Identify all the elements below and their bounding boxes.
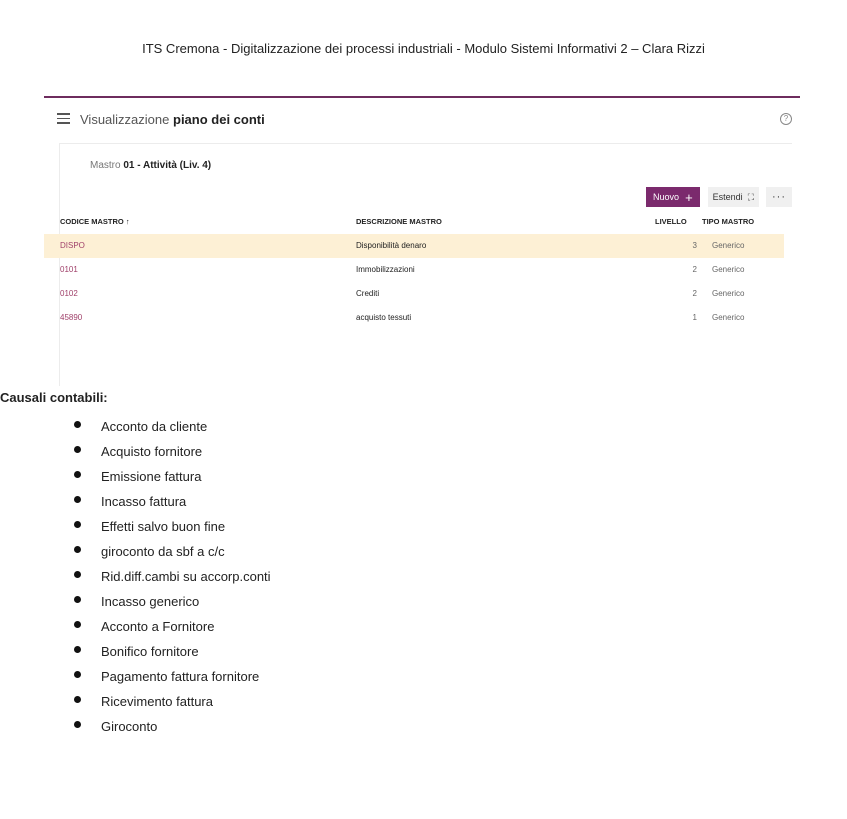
new-button-label: Nuovo — [653, 192, 680, 202]
bullet-icon — [74, 596, 81, 603]
cell-description: Disponibilità denaro — [356, 241, 427, 250]
cell-type: Generico — [712, 313, 745, 322]
cell-description: Crediti — [356, 289, 380, 298]
list-item: Acconto da cliente — [74, 414, 271, 439]
bullet-icon — [74, 446, 81, 453]
cell-level: 2 — [692, 265, 697, 274]
bullet-icon — [74, 521, 81, 528]
column-header-type[interactable]: TIPO MASTRO — [702, 210, 754, 234]
list-item: Bonifico fornitore — [74, 639, 271, 664]
extend-button[interactable]: Estendi ⛶ — [707, 187, 759, 207]
grid-toolbar: Nuovo + Estendi ⛶ ··· — [646, 187, 792, 207]
bullet-icon — [74, 621, 81, 628]
bullet-icon — [74, 646, 81, 653]
list-item: Giroconto — [74, 714, 271, 739]
causali-list: Acconto da cliente Acquisto fornitore Em… — [74, 414, 271, 739]
expand-icon: ⛶ — [747, 191, 754, 202]
cell-code[interactable]: 45890 — [60, 306, 82, 330]
table-row[interactable]: DISPO Disponibilità denaro 3 Generico — [44, 234, 784, 258]
document-header: ITS Cremona - Digitalizzazione dei proce… — [142, 41, 705, 56]
cell-type: Generico — [712, 289, 745, 298]
cell-code[interactable]: 0102 — [60, 282, 78, 306]
table-row[interactable]: 45890 acquisto tessuti 1 Generico — [44, 306, 784, 330]
bullet-icon — [74, 496, 81, 503]
cell-level: 1 — [692, 313, 697, 322]
column-header-description[interactable]: DESCRIZIONE MASTRO — [356, 210, 442, 234]
bullet-icon — [74, 546, 81, 553]
page-title: Visualizzazione piano dei conti — [80, 112, 265, 127]
cell-description: Immobilizzazioni — [356, 265, 415, 274]
bullet-icon — [74, 696, 81, 703]
mastro-label: Mastro — [90, 160, 121, 171]
column-header-level[interactable]: LIVELLO — [655, 210, 687, 234]
table-row[interactable]: 0101 Immobilizzazioni 2 Generico — [44, 258, 784, 282]
bullet-icon — [74, 571, 81, 578]
accounts-table: CODICE MASTRO ↑ DESCRIZIONE MASTRO LIVEL… — [44, 210, 784, 330]
table-header: CODICE MASTRO ↑ DESCRIZIONE MASTRO LIVEL… — [44, 210, 784, 234]
more-options-button[interactable]: ··· — [766, 187, 792, 207]
extend-button-label: Estendi — [712, 192, 743, 202]
bullet-icon — [74, 421, 81, 428]
cell-type: Generico — [712, 265, 745, 274]
list-item: Ricevimento fattura — [74, 689, 271, 714]
cell-code[interactable]: 0101 — [60, 258, 78, 282]
list-item: Incasso fattura — [74, 489, 271, 514]
list-item: Incasso generico — [74, 589, 271, 614]
list-item: giroconto da sbf a c/c — [74, 539, 271, 564]
list-item: Acconto a Fornitore — [74, 614, 271, 639]
column-header-code[interactable]: CODICE MASTRO ↑ — [60, 210, 130, 234]
list-item: Emissione fattura — [74, 464, 271, 489]
app-topbar: Visualizzazione piano dei conti ? — [57, 112, 792, 132]
mastro-value: 01 - Attività (Liv. 4) — [123, 160, 212, 171]
sort-ascending-icon[interactable]: ↑ — [126, 217, 130, 226]
mastro-filter: Mastro 01 - Attività (Liv. 4) — [90, 160, 211, 171]
cell-description: acquisto tessuti — [356, 313, 412, 322]
cell-level: 3 — [692, 241, 697, 250]
page-title-bold: piano dei conti — [173, 112, 265, 127]
content-panel: Mastro 01 - Attività (Liv. 4) Nuovo + Es… — [44, 143, 792, 386]
app-window: Visualizzazione piano dei conti ? Mastro… — [44, 96, 800, 386]
help-circle-icon[interactable]: ? — [780, 113, 792, 125]
bullet-icon — [74, 671, 81, 678]
bullet-icon — [74, 471, 81, 478]
bullet-icon — [74, 721, 81, 728]
new-button[interactable]: Nuovo + — [646, 187, 700, 207]
list-item: Pagamento fattura fornitore — [74, 664, 271, 689]
list-item: Effetti salvo buon fine — [74, 514, 271, 539]
list-item: Acquisto fornitore — [74, 439, 271, 464]
ellipsis-icon: ··· — [772, 191, 786, 203]
section-title: Causali contabili: — [0, 390, 108, 405]
cell-code[interactable]: DISPO — [60, 234, 85, 258]
page-title-prefix: Visualizzazione — [80, 112, 170, 127]
plus-icon: + — [685, 189, 693, 205]
list-item: Rid.diff.cambi su accorp.conti — [74, 564, 271, 589]
table-row[interactable]: 0102 Crediti 2 Generico — [44, 282, 784, 306]
cell-level: 2 — [692, 289, 697, 298]
hamburger-menu-icon[interactable] — [57, 113, 70, 125]
cell-type: Generico — [712, 241, 745, 250]
